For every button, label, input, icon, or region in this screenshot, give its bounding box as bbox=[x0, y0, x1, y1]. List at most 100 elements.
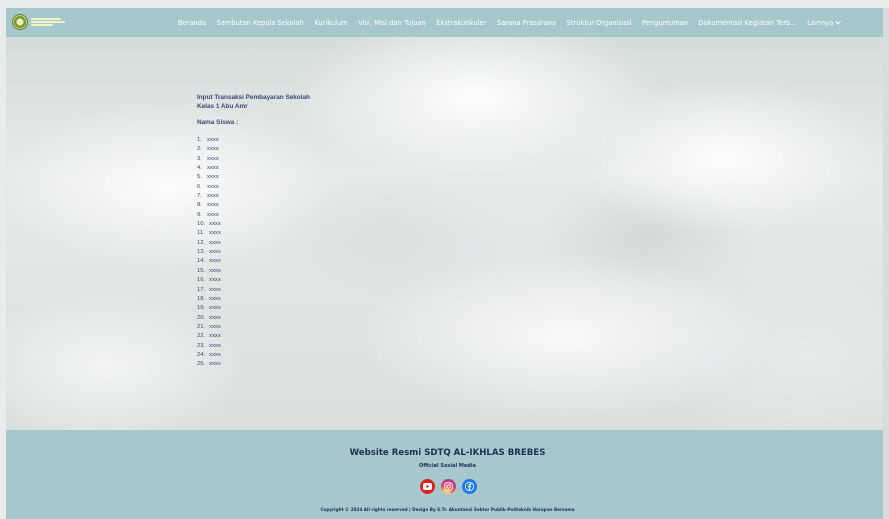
student-number: 13. bbox=[197, 249, 206, 256]
student-number: 14. bbox=[197, 258, 206, 265]
student-name: xxxx bbox=[209, 351, 221, 358]
nav-item-kurikulum[interactable]: Kurikulum bbox=[314, 19, 347, 27]
student-list-item: 5. xxxx bbox=[197, 173, 310, 182]
student-name: xxxx bbox=[207, 146, 219, 153]
student-number: 16. bbox=[197, 277, 206, 284]
student-number: 18. bbox=[197, 295, 206, 302]
nav-item-lainnya[interactable]: Lainnya bbox=[807, 18, 842, 27]
logo-text-graphic bbox=[31, 18, 65, 26]
student-number: 9. bbox=[197, 211, 202, 218]
student-number: 1. bbox=[197, 137, 202, 143]
student-name: xxxx bbox=[209, 277, 221, 284]
student-name: xxxx bbox=[207, 202, 219, 209]
student-number: 5. bbox=[197, 174, 202, 181]
nav-item-sarana-prasarana[interactable]: Sarana Prasarana bbox=[497, 19, 556, 27]
student-name: xxxx bbox=[207, 155, 219, 162]
nav-item-struktur-organisasi[interactable]: Struktur Organisasi bbox=[567, 19, 632, 27]
student-number: 2. bbox=[197, 146, 202, 153]
student-number: 6. bbox=[197, 183, 202, 190]
student-list-item: 21. xxxx bbox=[197, 323, 310, 332]
page: Beranda Sambutan Kepala Sekolah Kurikulu… bbox=[6, 8, 889, 519]
chevron-down-icon bbox=[835, 18, 842, 24]
hero-cloud-background: Input Transaksi Pembayaran Sekolah Kelas… bbox=[6, 37, 889, 430]
student-name: xxxx bbox=[207, 137, 219, 143]
footer-title: Website Resmi SDTQ AL-IKHLAS BREBES bbox=[349, 448, 546, 458]
student-number: 8. bbox=[197, 202, 202, 209]
nav-more-label: Lainnya bbox=[807, 18, 834, 27]
student-list-item: 11. xxxx bbox=[197, 229, 310, 238]
student-list-item: 16. xxxx bbox=[197, 276, 310, 285]
student-list-item: 8. xxxx bbox=[197, 201, 310, 210]
student-list: 1. xxxx 2. xxxx 3. xxxx 4. xxxx 5. xxxx 6. xxxx 7. xx… bbox=[197, 136, 310, 370]
student-list-item: 20. xxxx bbox=[197, 314, 310, 323]
student-number: 22. bbox=[197, 333, 206, 340]
student-name: xxxx bbox=[209, 286, 221, 293]
page-edge bbox=[883, 8, 889, 519]
student-name: xxxx bbox=[209, 333, 221, 340]
student-number: 12. bbox=[197, 239, 206, 246]
student-number: 7. bbox=[197, 193, 202, 200]
student-name: xxxx bbox=[209, 258, 221, 265]
school-logo[interactable] bbox=[12, 12, 72, 32]
student-number: 10. bbox=[197, 221, 206, 228]
student-number: 3. bbox=[197, 155, 202, 162]
student-list-item: 1. xxxx bbox=[197, 136, 310, 145]
student-name: xxxx bbox=[209, 323, 221, 330]
top-navbar: Beranda Sambutan Kepala Sekolah Kurikulu… bbox=[6, 8, 889, 37]
student-number: 25. bbox=[197, 361, 206, 368]
student-list-item: 6. xxxx bbox=[197, 183, 310, 192]
student-list-item: 15. xxxx bbox=[197, 267, 310, 276]
student-name: xxxx bbox=[209, 249, 221, 256]
student-list-item: 25. xxxx bbox=[197, 360, 310, 369]
student-list-label: Nama Siswa : bbox=[197, 119, 239, 126]
student-number: 11. bbox=[197, 230, 205, 237]
student-name: xxxx bbox=[207, 165, 219, 172]
nav-item-beranda[interactable]: Beranda bbox=[178, 19, 206, 27]
main-menu: Beranda Sambutan Kepala Sekolah Kurikulu… bbox=[178, 8, 851, 37]
student-name: xxxx bbox=[207, 174, 219, 181]
student-list-item: 22. xxxx bbox=[197, 332, 310, 341]
nav-item-pengumuman[interactable]: Pengumuman bbox=[642, 19, 688, 27]
student-number: 23. bbox=[197, 342, 206, 349]
copyright-text: Copyright © 2024 All rights reserved | D… bbox=[320, 507, 575, 512]
youtube-icon[interactable] bbox=[420, 479, 435, 494]
student-name: xxxx bbox=[207, 183, 219, 190]
student-number: 20. bbox=[197, 314, 206, 321]
nav-item-dokumentasi[interactable]: Dokumentasi Kegiatan Terb... bbox=[699, 19, 797, 27]
nav-item-ekstrakurikuler[interactable]: Ekstrakurikuler bbox=[436, 19, 486, 27]
instagram-icon[interactable] bbox=[441, 479, 456, 494]
student-list-item: 2. xxxx bbox=[197, 145, 310, 154]
student-name: xxxx bbox=[209, 230, 221, 237]
student-list-item: 14. xxxx bbox=[197, 257, 310, 266]
social-links bbox=[420, 479, 477, 494]
student-list-item: 17. xxxx bbox=[197, 286, 310, 295]
student-list-item: 24. xxxx bbox=[197, 351, 310, 360]
student-list-item: 10. xxxx bbox=[197, 220, 310, 229]
student-name: xxxx bbox=[207, 193, 219, 200]
student-name: xxxx bbox=[209, 314, 221, 321]
facebook-icon[interactable] bbox=[462, 479, 477, 494]
student-name: xxxx bbox=[209, 267, 221, 274]
student-list-item: 4. xxxx bbox=[197, 164, 310, 173]
student-list-item: 19. xxxx bbox=[197, 304, 310, 313]
student-list-item: 3. xxxx bbox=[197, 155, 310, 164]
student-number: 17. bbox=[197, 286, 206, 293]
nav-item-sambutan[interactable]: Sambutan Kepala Sekolah bbox=[217, 19, 304, 27]
student-number: 15. bbox=[197, 267, 206, 274]
student-number: 21. bbox=[197, 323, 206, 330]
student-list-item: 23. xxxx bbox=[197, 342, 310, 351]
student-number: 19. bbox=[197, 305, 206, 312]
student-name: xxxx bbox=[209, 342, 221, 349]
student-list-item: 12. xxxx bbox=[197, 239, 310, 248]
student-name: xxxx bbox=[207, 211, 219, 218]
student-name: xxxx bbox=[209, 221, 221, 228]
class-name: Kelas 1 Abu Amr bbox=[197, 103, 248, 110]
student-number: 4. bbox=[197, 165, 202, 172]
footer-subtitle: Official Sosial Media bbox=[419, 463, 476, 469]
nav-item-visi-misi[interactable]: Visi, Misi dan Tujuan bbox=[358, 19, 426, 27]
student-list-item: 9. xxxx bbox=[197, 211, 310, 220]
student-name: xxxx bbox=[209, 239, 221, 246]
footer: Website Resmi SDTQ AL-IKHLAS BREBES Offi… bbox=[6, 430, 889, 519]
student-list-item: 7. xxxx bbox=[197, 192, 310, 201]
main-content: Input Transaksi Pembayaran Sekolah Kelas… bbox=[197, 93, 310, 370]
